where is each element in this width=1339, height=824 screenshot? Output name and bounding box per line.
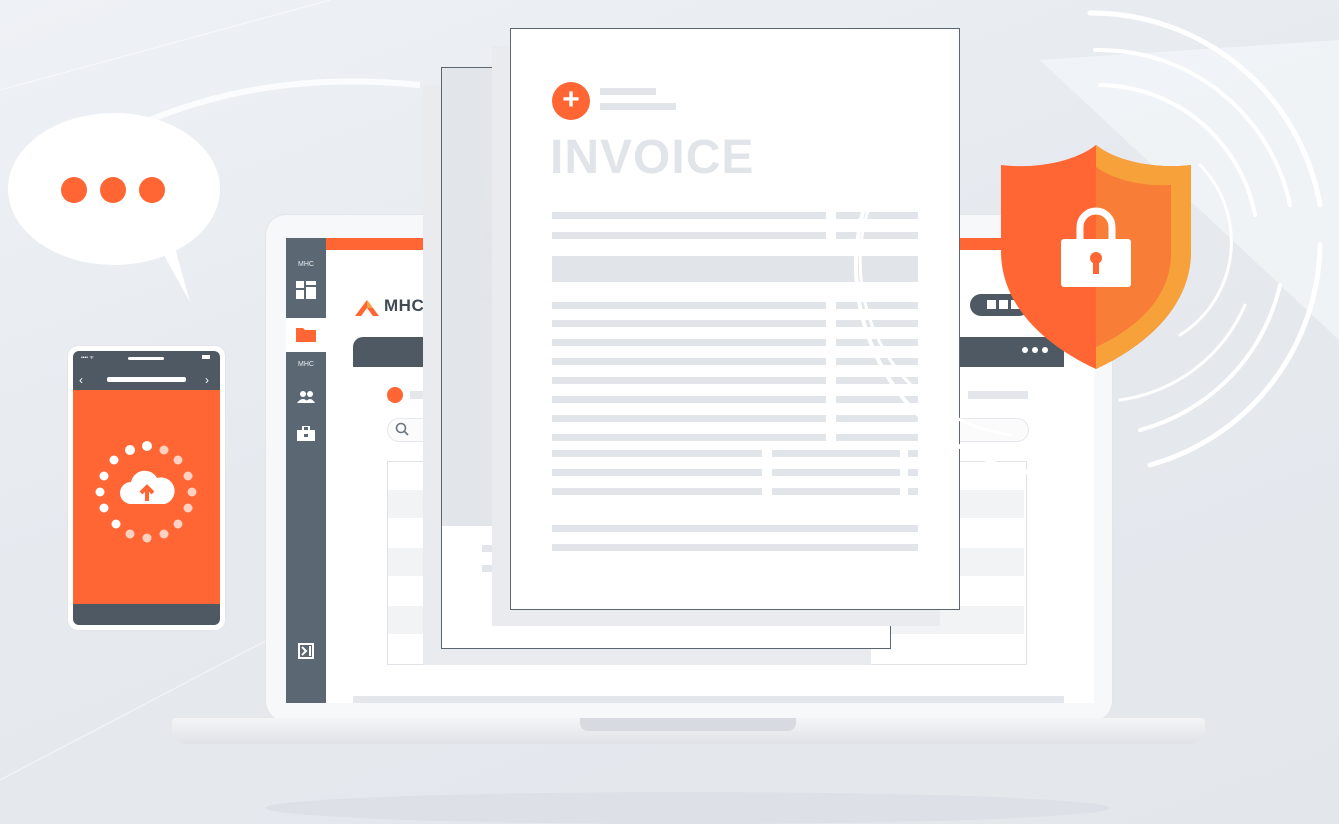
app-sidebar: [286, 238, 326, 703]
search-icon: [395, 422, 409, 436]
forward-chevron-icon[interactable]: ›: [205, 373, 209, 387]
sidebar-label-2: MHC: [298, 361, 314, 368]
phone-status-bar: •••• ᯤ: [81, 355, 94, 361]
illustration-stage: MHC MHC MHC IN: [0, 0, 1339, 824]
status-dot: [387, 387, 403, 403]
typing-dot: [100, 177, 126, 203]
people-icon[interactable]: [286, 390, 326, 407]
lock-icon: [1061, 207, 1131, 287]
laptop-notch: [580, 718, 796, 731]
battery-icon: [202, 355, 210, 359]
app-logo-text: MHC: [384, 296, 425, 315]
sidebar-label-1: MHC: [298, 261, 314, 268]
doc-line: [600, 88, 656, 95]
collapse-icon[interactable]: [286, 643, 326, 662]
typing-dot: [61, 177, 87, 203]
cloud-upload-icon: [120, 470, 175, 504]
app-scrollbar: [353, 696, 1064, 703]
typing-dot: [139, 177, 165, 203]
invoice-title: INVOICE: [550, 131, 755, 184]
briefcase-icon[interactable]: [286, 425, 326, 445]
floor-shadow: [265, 792, 1110, 824]
dashboard-icon[interactable]: [286, 281, 326, 302]
phone-title-bar: [107, 377, 186, 382]
plus-icon: +: [552, 82, 590, 120]
doc-line: [600, 103, 676, 110]
folder-icon[interactable]: [286, 326, 326, 345]
mhc-logo-icon: [355, 300, 379, 316]
back-chevron-icon[interactable]: ‹: [79, 373, 83, 387]
phone-speaker: [128, 357, 164, 360]
